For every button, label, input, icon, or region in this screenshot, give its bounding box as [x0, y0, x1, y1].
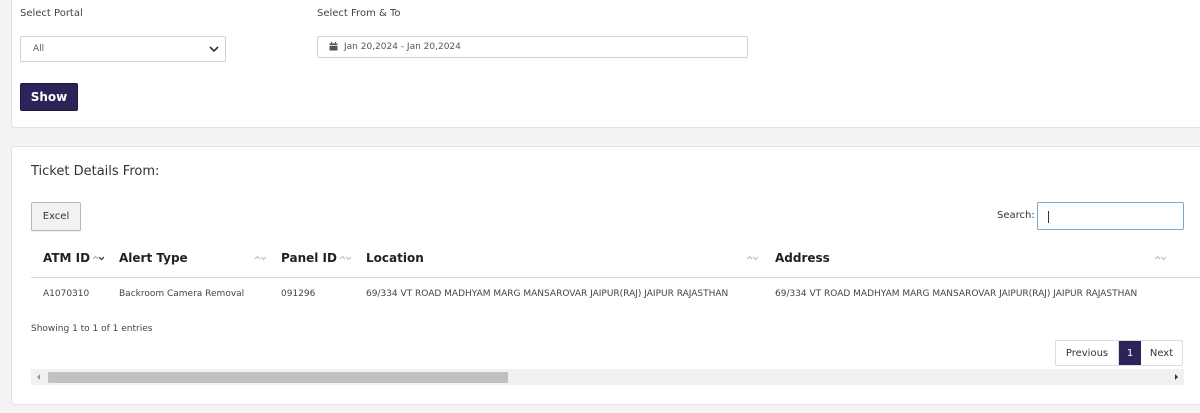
show-button[interactable]: Show	[20, 83, 78, 111]
chevron-down-icon	[209, 46, 219, 53]
ticket-details-panel: Ticket Details From: Excel Search: ATM I…	[11, 146, 1200, 405]
sort-icon[interactable]	[254, 253, 266, 263]
column-header-panel-id[interactable]: Panel ID	[281, 251, 337, 265]
date-range-value: Jan 20,2024 - Jan 20,2024	[344, 42, 461, 52]
range-label: Select From & To	[317, 8, 401, 19]
column-header-alert-type[interactable]: Alert Type	[119, 251, 188, 265]
column-header-location[interactable]: Location	[366, 251, 424, 265]
header-divider	[31, 277, 1200, 278]
scrollbar-thumb[interactable]	[48, 372, 508, 383]
cell-panel-id: 091296	[281, 289, 316, 299]
sort-icon[interactable]	[339, 253, 351, 263]
previous-page-button[interactable]: Previous	[1056, 341, 1119, 365]
sort-icon[interactable]	[1154, 253, 1166, 263]
sort-icon[interactable]	[746, 253, 758, 263]
column-header-address[interactable]: Address	[775, 251, 830, 265]
portal-select-value: All	[33, 44, 45, 54]
portal-select[interactable]: All	[20, 36, 226, 62]
cell-location: 69/334 VT ROAD MADHYAM MARG MANSAROVAR J…	[366, 289, 729, 299]
scroll-right-icon[interactable]	[1171, 372, 1181, 382]
entries-info: Showing 1 to 1 of 1 entries	[31, 324, 153, 334]
calendar-icon	[329, 42, 338, 51]
date-range-input[interactable]: Jan 20,2024 - Jan 20,2024	[317, 36, 748, 58]
excel-export-button[interactable]: Excel	[31, 202, 81, 231]
sort-icon[interactable]	[92, 253, 104, 263]
portal-label: Select Portal	[20, 8, 83, 19]
next-page-button[interactable]: Next	[1141, 341, 1182, 365]
pagination: Previous 1 Next	[1055, 340, 1183, 366]
cell-atm-id: A1070310	[43, 289, 90, 299]
column-header-atm-id[interactable]: ATM ID	[43, 251, 90, 265]
search-input[interactable]	[1037, 202, 1184, 230]
scroll-left-icon[interactable]	[34, 372, 44, 382]
section-title: Ticket Details From:	[31, 164, 160, 179]
filter-panel: Select Portal All Select From & To Jan 2…	[11, 0, 1200, 128]
text-caret	[1048, 211, 1049, 223]
cell-address: 69/334 VT ROAD MADHYAM MARG MANSAROVAR J…	[775, 289, 1138, 299]
horizontal-scrollbar[interactable]	[31, 369, 1184, 385]
cell-alert-type: Backroom Camera Removal	[119, 289, 245, 299]
search-label: Search:	[997, 210, 1035, 221]
page-1-button[interactable]: 1	[1119, 341, 1141, 365]
